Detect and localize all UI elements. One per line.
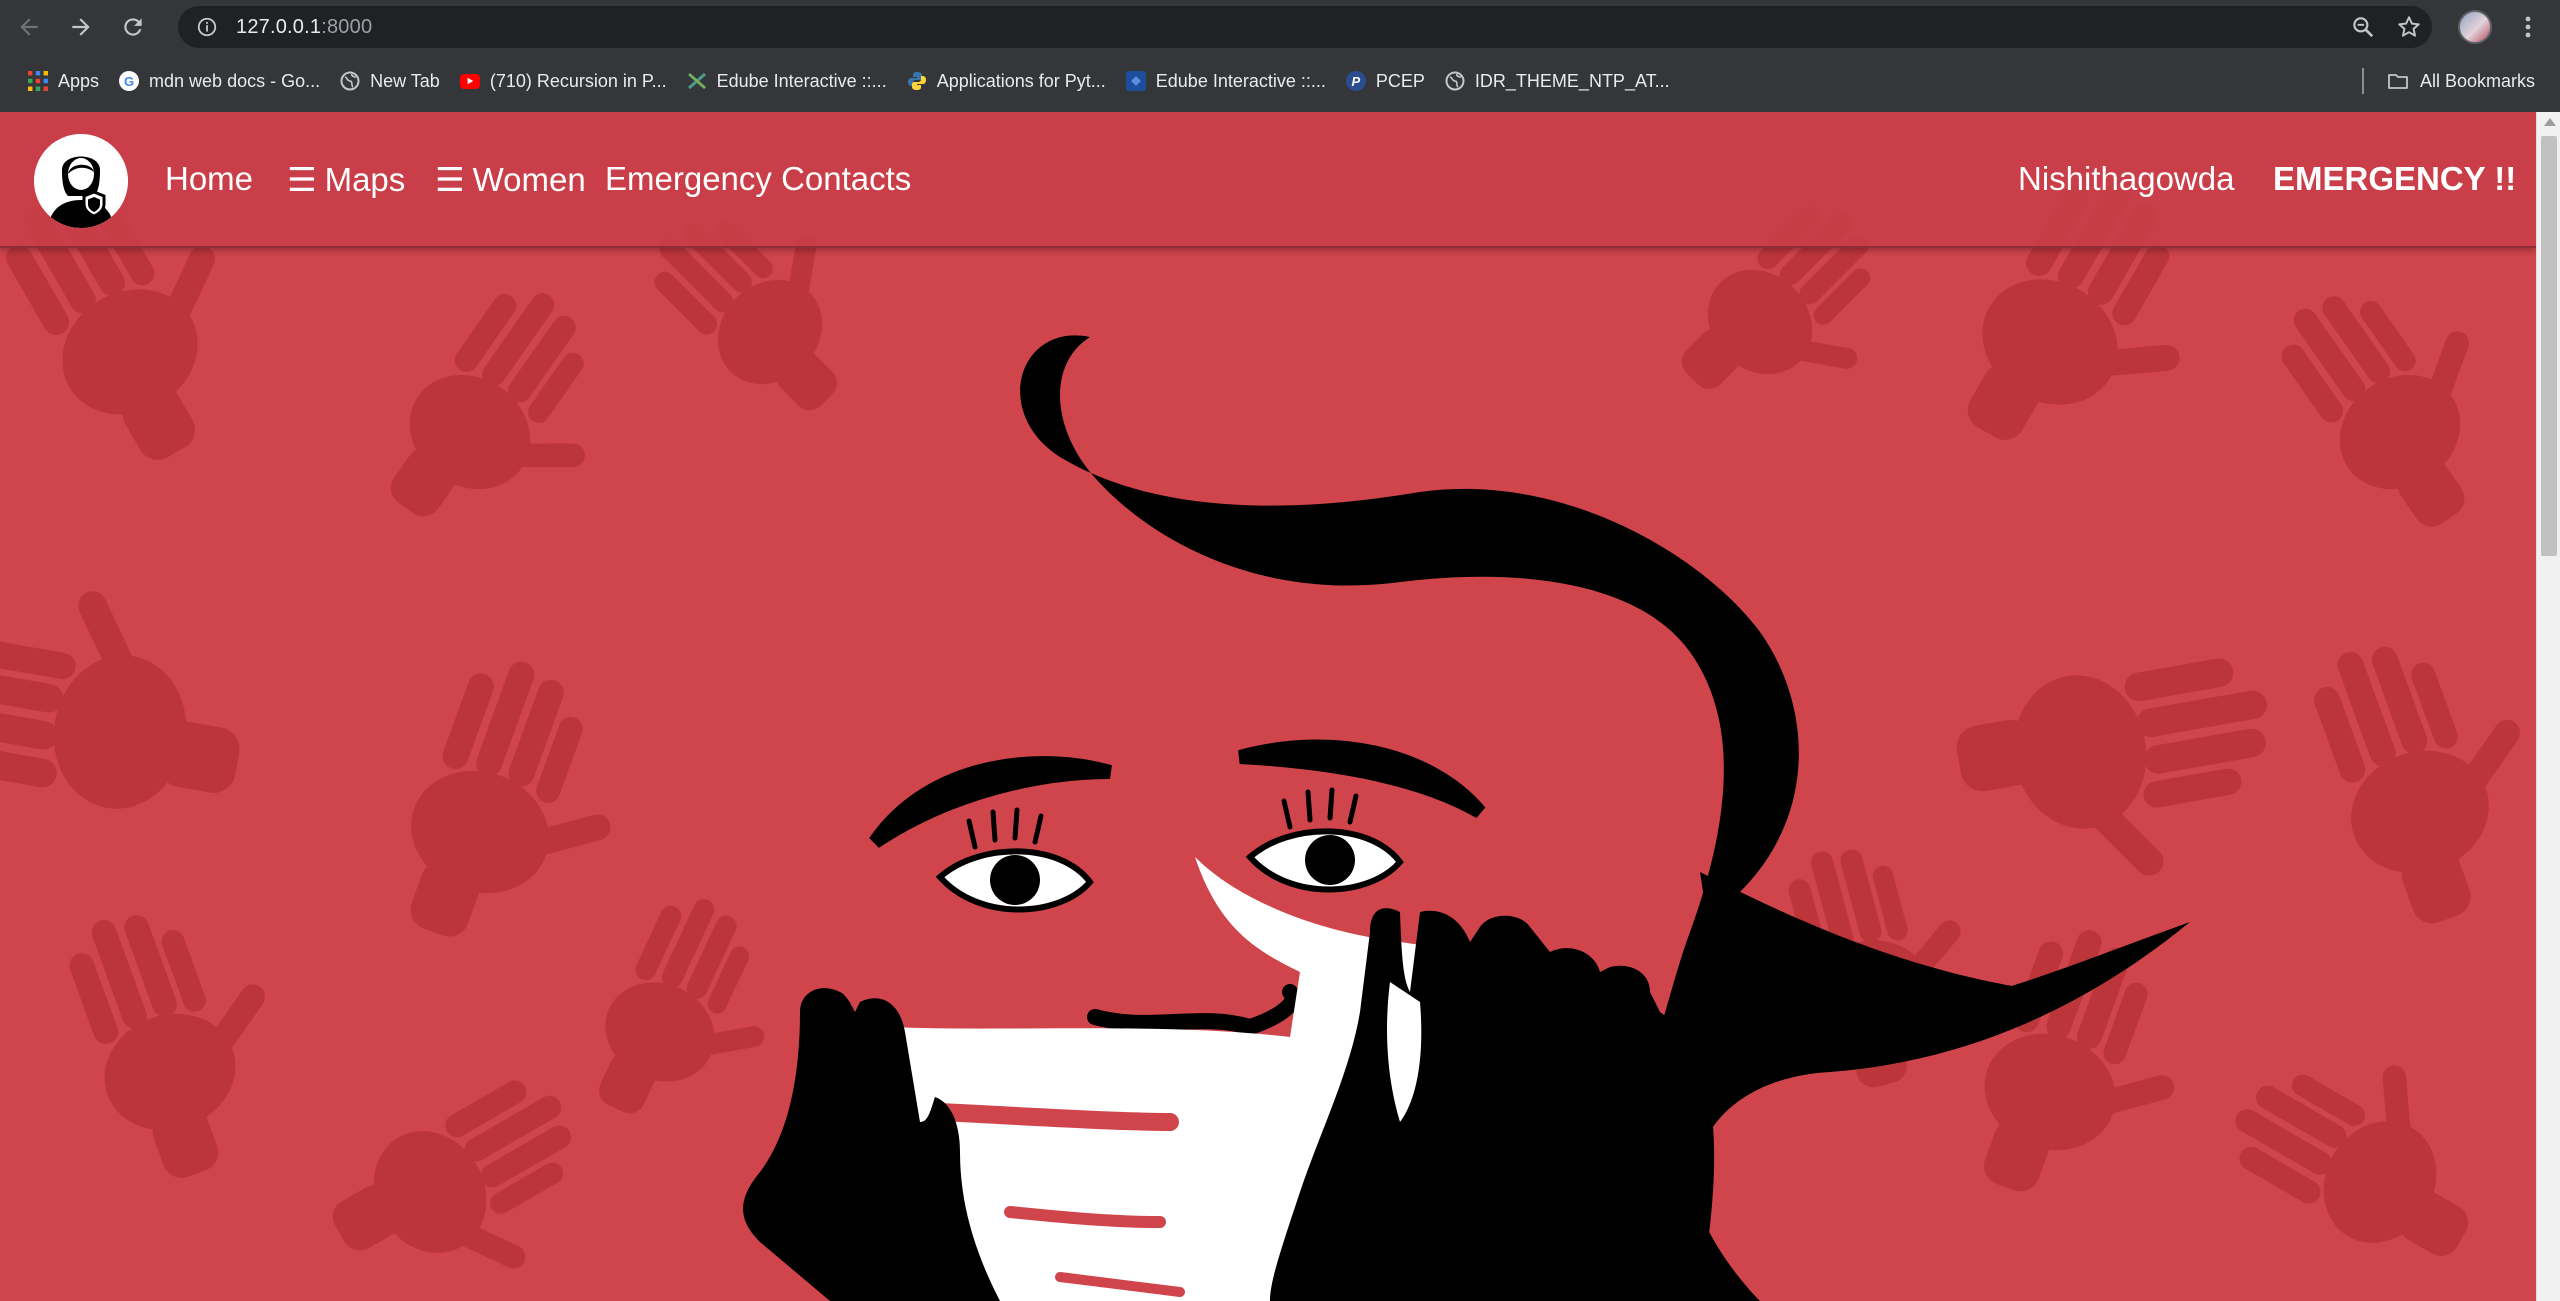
bookmark-new-tab[interactable]: New Tab <box>330 63 450 99</box>
hair-tail <box>1700 872 2050 1072</box>
left-eye <box>935 807 1094 913</box>
bookmark-idr-theme[interactable]: IDR_THEME_NTP_AT... <box>1435 63 1680 99</box>
info-icon[interactable] <box>196 16 218 38</box>
scroll-up-arrow-icon[interactable] <box>2544 118 2556 126</box>
edube-blue-icon <box>1125 71 1146 91</box>
url-host: 127.0.0.1 <box>236 15 322 38</box>
bookmark-label: mdn web docs - Go... <box>149 70 321 91</box>
hero-illustration <box>0 136 2536 1301</box>
hamburger-icon: ☰ <box>287 161 317 198</box>
all-bookmarks-button[interactable]: All Bookmarks <box>2386 58 2535 104</box>
bookmark-label: IDR_THEME_NTP_AT... <box>1474 70 1670 91</box>
forward-icon[interactable] <box>58 4 104 50</box>
nav-maps-dropdown[interactable]: ☰ Maps <box>287 160 405 199</box>
nav-username[interactable]: Nishithagowda <box>2018 160 2234 198</box>
page-viewport: Home ☰ Maps ☰ Women Emergency Contacts Nis… <box>0 112 2536 1301</box>
address-bar[interactable]: 127.0.0.1:8000 <box>178 6 2432 48</box>
woman-shield-icon <box>34 134 128 228</box>
bookmark-label: Apps <box>58 70 100 91</box>
bookmarks-separator <box>2362 68 2364 94</box>
star-icon[interactable] <box>2396 14 2422 40</box>
bookmark-mdn[interactable]: G mdn web docs - Go... <box>109 63 330 99</box>
bookmark-youtube[interactable]: (710) Recursion in P... <box>450 63 677 99</box>
bookmark-label: PCEP <box>1375 70 1425 91</box>
mask-fold <box>931 1103 1179 1131</box>
bookmark-edube-1[interactable]: Edube Interactive ::... <box>677 63 897 99</box>
url-port: :8000 <box>321 15 373 38</box>
scroll-thumb[interactable] <box>2541 136 2557 556</box>
bookmark-label: Edube Interactive ::... <box>716 70 887 91</box>
emergency-button[interactable]: EMERGENCY !! <box>2273 160 2516 198</box>
nav-maps-label: Maps <box>324 161 406 198</box>
right-eye <box>1245 787 1404 893</box>
back-icon[interactable] <box>6 4 52 50</box>
profile-avatar[interactable] <box>2458 10 2492 44</box>
google-icon: G <box>119 71 140 91</box>
all-bookmarks-label: All Bookmarks <box>2420 70 2536 91</box>
nav-home-link[interactable]: Home <box>165 160 253 198</box>
site-logo[interactable] <box>34 134 128 228</box>
bookmark-label: Edube Interactive ::... <box>1155 70 1326 91</box>
browser-chrome: 127.0.0.1:8000 Apps G mdn web docs - Go.… <box>0 0 2560 112</box>
hamburger-icon: ☰ <box>435 161 465 198</box>
globe-icon <box>1445 71 1465 91</box>
nav-women-dropdown[interactable]: ☰ Women <box>435 160 586 199</box>
bookmark-label: New Tab <box>370 70 440 91</box>
pcep-icon: P <box>1345 71 1366 91</box>
nose-line <box>1087 984 1301 1036</box>
youtube-icon <box>459 73 480 89</box>
bookmarks-bar: Apps G mdn web docs - Go... New Tab (710… <box>0 58 2560 104</box>
site-navbar: Home ☰ Maps ☰ Women Emergency Contacts Nis… <box>0 112 2536 248</box>
reload-icon[interactable] <box>110 4 156 50</box>
bookmark-apps[interactable]: Apps <box>18 63 109 99</box>
bookmark-pcep[interactable]: P PCEP <box>1336 63 1435 99</box>
url-text[interactable]: 127.0.0.1:8000 <box>236 16 372 39</box>
folder-icon <box>2388 74 2408 89</box>
menu-icon[interactable] <box>2510 8 2546 46</box>
python-icon <box>907 71 927 91</box>
bookmark-label: Applications for Pyt... <box>936 70 1106 91</box>
bookmark-edube-2[interactable]: Edube Interactive ::... <box>1116 63 1336 99</box>
globe-icon <box>340 71 360 91</box>
nav-women-label: Women <box>472 161 586 198</box>
right-eyebrow <box>1238 739 1486 819</box>
bookmark-python[interactable]: Applications for Pyt... <box>897 63 1116 99</box>
page-scrollbar[interactable] <box>2536 112 2560 1301</box>
bookmark-label: (710) Recursion in P... <box>489 70 667 91</box>
browser-toolbar: 127.0.0.1:8000 <box>0 0 2560 54</box>
edube-icon <box>687 71 707 91</box>
zoom-icon[interactable] <box>2350 14 2376 40</box>
nav-emergency-contacts-link[interactable]: Emergency Contacts <box>605 160 911 198</box>
apps-grid-icon <box>28 71 48 91</box>
